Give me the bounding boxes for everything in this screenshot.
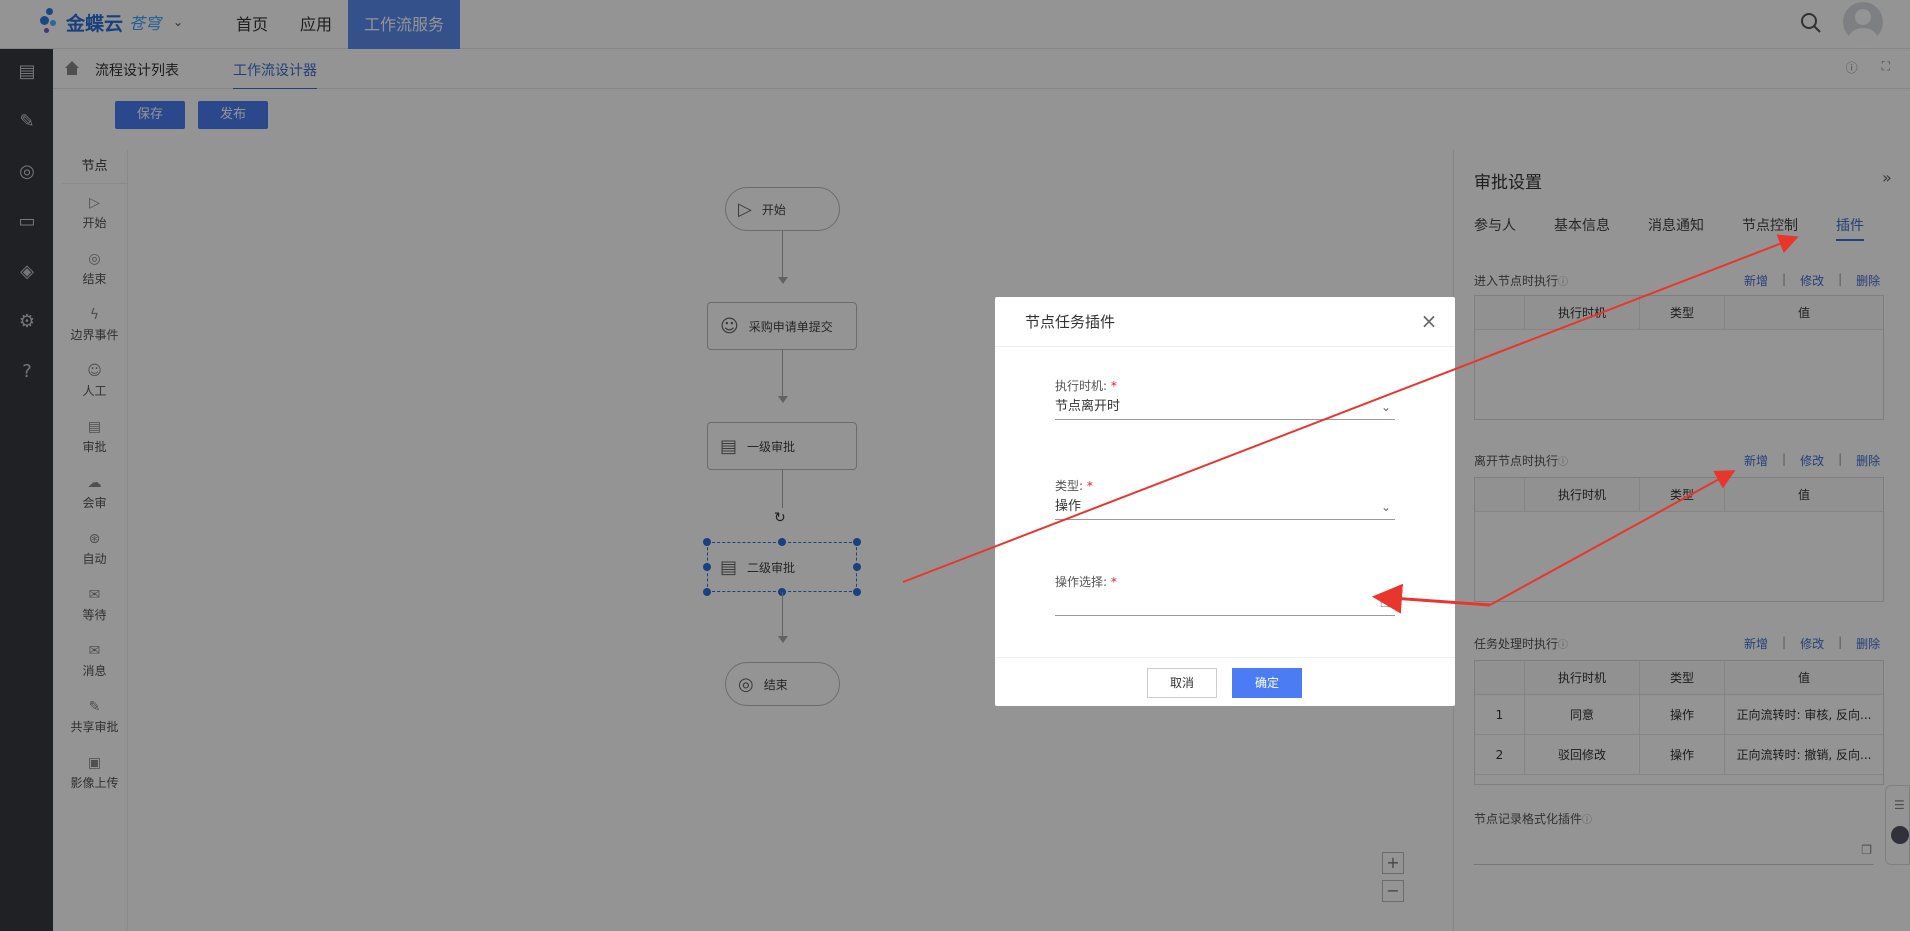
field-label-text: 执行时机:	[1055, 379, 1108, 393]
field-label-text: 类型:	[1055, 479, 1084, 493]
chevron-down-icon[interactable]: ⌄	[1381, 394, 1391, 420]
picker-icon[interactable]: ❐	[1380, 590, 1391, 616]
required-mark: *	[1110, 379, 1117, 393]
dialog-title: 节点任务插件	[995, 297, 1455, 347]
chevron-down-icon[interactable]: ⌄	[1381, 494, 1391, 520]
node-task-plugin-dialog: 节点任务插件 × 执行时机: * 节点离开时 ⌄ 类型: * 操作 ⌄ 操作选择…	[995, 297, 1455, 706]
type-value: 操作	[1055, 499, 1082, 514]
required-mark: *	[1086, 479, 1093, 493]
field-type: 类型: * 操作 ⌄	[1055, 477, 1395, 520]
field-label: 操作选择: *	[1055, 573, 1395, 590]
operation-picker[interactable]: ❐	[1055, 590, 1395, 616]
type-select[interactable]: 操作 ⌄	[1055, 494, 1395, 520]
field-label-text: 操作选择:	[1055, 575, 1108, 589]
required-mark: *	[1110, 575, 1117, 589]
field-operation: 操作选择: * ❐	[1055, 573, 1395, 616]
cancel-button[interactable]: 取消	[1147, 668, 1217, 698]
close-icon[interactable]: ×	[1420, 311, 1438, 331]
field-timing: 执行时机: * 节点离开时 ⌄	[1055, 377, 1395, 420]
dialog-footer: 取消 确定	[995, 657, 1455, 706]
timing-select[interactable]: 节点离开时 ⌄	[1055, 394, 1395, 420]
modal-overlay[interactable]	[0, 0, 1910, 931]
field-label: 类型: *	[1055, 477, 1395, 494]
timing-value: 节点离开时	[1055, 399, 1121, 414]
confirm-button[interactable]: 确定	[1232, 668, 1302, 698]
field-label: 执行时机: *	[1055, 377, 1395, 394]
